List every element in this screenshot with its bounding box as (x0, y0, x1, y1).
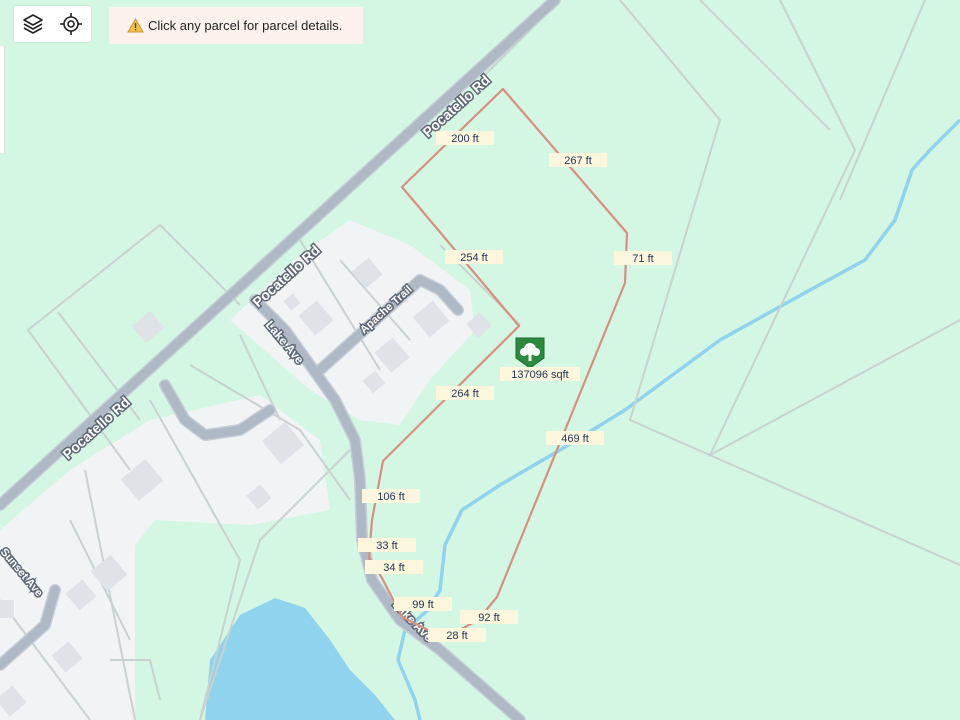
parcel-hint-text: Click any parcel for parcel details. (148, 18, 343, 33)
parcel-hint-banner: Click any parcel for parcel details. (109, 7, 363, 44)
crosshair-locate-icon (60, 13, 82, 35)
dimension-label: 92 ft (460, 610, 518, 624)
warning-triangle-icon (127, 18, 144, 33)
locate-button[interactable] (52, 6, 90, 42)
map-toolbar (14, 6, 91, 42)
svg-text:254 ft: 254 ft (460, 252, 488, 264)
svg-text:264 ft: 264 ft (451, 388, 479, 400)
dimension-label: 264 ft (436, 386, 494, 400)
svg-text:99 ft: 99 ft (412, 599, 433, 611)
svg-text:267 ft: 267 ft (564, 155, 592, 167)
parcel-map[interactable]: Pocatello Rd Pocatello Rd Pocatello Rd L… (0, 0, 960, 720)
dimension-label: 267 ft (549, 153, 607, 167)
dimension-label: 106 ft (362, 489, 420, 503)
svg-text:71 ft: 71 ft (632, 253, 653, 265)
layers-icon (23, 14, 43, 34)
dimension-label: 469 ft (546, 431, 604, 445)
dimension-label: 254 ft (445, 250, 503, 264)
svg-text:34 ft: 34 ft (383, 562, 404, 574)
svg-text:33 ft: 33 ft (376, 540, 397, 552)
svg-text:92 ft: 92 ft (478, 612, 499, 624)
svg-text:28 ft: 28 ft (446, 630, 467, 642)
dimension-label: 200 ft (436, 131, 494, 145)
svg-text:106 ft: 106 ft (377, 491, 405, 503)
dimension-label: 33 ft (358, 538, 416, 552)
side-panel-edge[interactable] (0, 46, 5, 153)
dimension-label: 28 ft (428, 628, 486, 642)
svg-text:469 ft: 469 ft (561, 433, 589, 445)
parcel-area-label: 137096 sqft (511, 369, 569, 381)
dimension-label: 34 ft (365, 560, 423, 574)
svg-text:200 ft: 200 ft (451, 133, 479, 145)
layers-button[interactable] (14, 6, 52, 42)
dimension-label: 99 ft (394, 597, 452, 611)
dimension-label: 71 ft (614, 251, 672, 265)
